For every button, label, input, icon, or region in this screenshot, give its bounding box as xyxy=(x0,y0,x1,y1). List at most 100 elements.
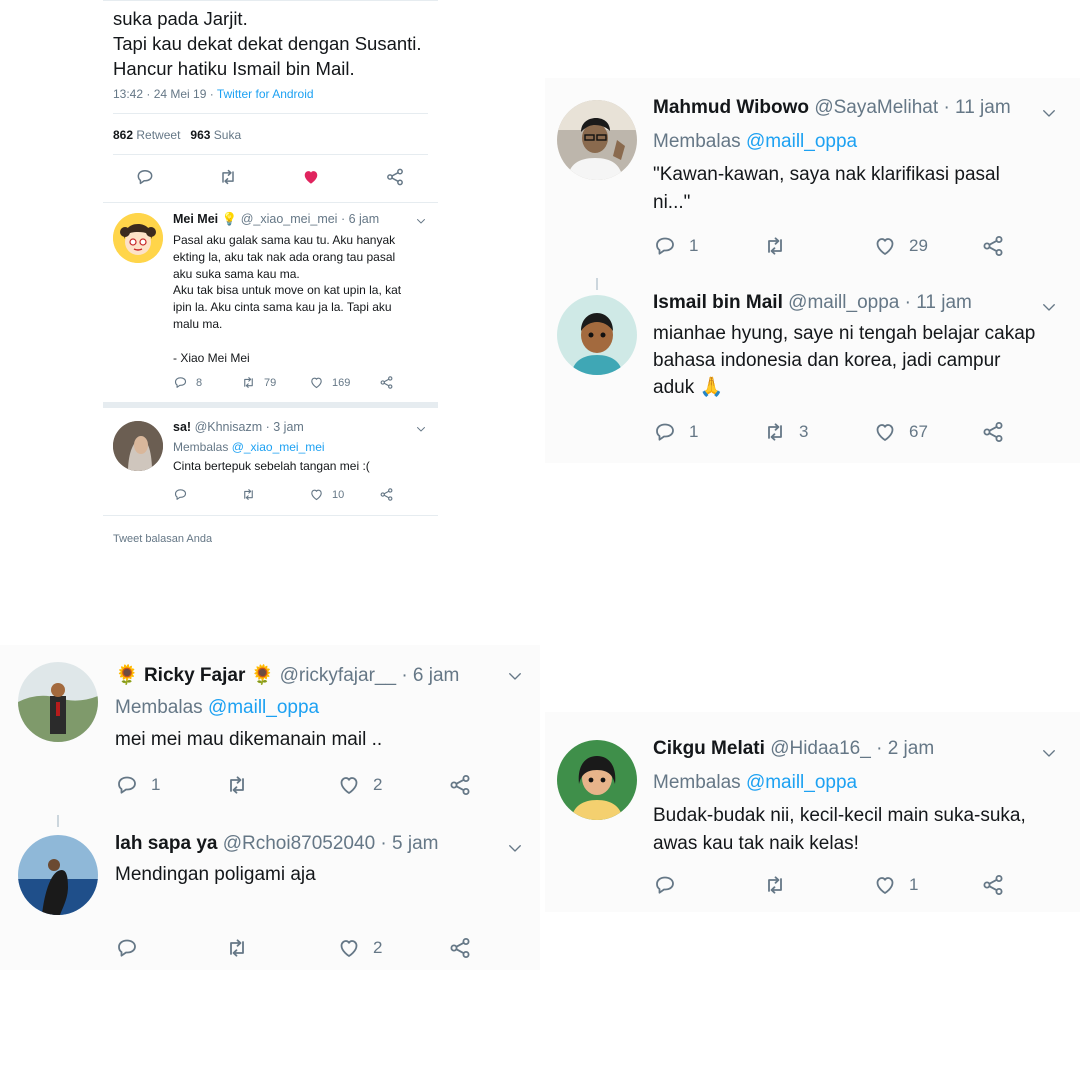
time: · 6 jam xyxy=(401,665,460,686)
like-icon[interactable] xyxy=(337,773,361,797)
text-line: malu ma. xyxy=(173,316,223,331)
reply-icon[interactable] xyxy=(653,420,677,444)
reply-count: 1 xyxy=(689,422,699,441)
display-name[interactable]: Ismail bin Mail xyxy=(653,292,783,313)
like-icon[interactable] xyxy=(873,873,897,897)
reply-tweet-sa[interactable]: sa! @Khnisazm · 3 jam Membalas @_xiao_me… xyxy=(103,409,438,514)
reply-composer-placeholder[interactable]: Tweet balasan Anda xyxy=(113,533,212,542)
reply-count: 1 xyxy=(151,775,161,794)
like-count: 67 xyxy=(909,422,928,441)
action-bar: 2 xyxy=(115,936,515,962)
like-icon[interactable] xyxy=(337,936,361,960)
retweet-icon[interactable] xyxy=(241,487,256,502)
avatar[interactable] xyxy=(113,421,163,471)
chevron-down-icon[interactable] xyxy=(415,423,427,435)
mention-link[interactable]: @maill_oppa xyxy=(208,697,319,718)
handle[interactable]: @Rchoi87052040 xyxy=(223,833,375,854)
share-icon[interactable] xyxy=(981,873,1005,897)
avatar[interactable] xyxy=(113,213,163,263)
reply-text: Pasal aku galak sama kau tu. Aku hanyak … xyxy=(173,232,428,366)
like-icon[interactable] xyxy=(873,420,897,444)
avatar[interactable] xyxy=(557,740,637,820)
mention-link[interactable]: @maill_oppa xyxy=(746,131,857,152)
chevron-down-icon[interactable] xyxy=(506,839,524,857)
display-name[interactable]: Ricky Fajar xyxy=(144,665,245,686)
action-bar: 10 xyxy=(173,487,433,503)
text-line: aduk 🙏 xyxy=(653,377,724,398)
retweet-icon[interactable] xyxy=(218,167,238,187)
divider xyxy=(103,515,438,516)
action-bar: 1 29 xyxy=(653,234,1053,260)
display-name[interactable]: Cikgu Melati xyxy=(653,738,765,759)
share-icon[interactable] xyxy=(448,936,472,960)
handle[interactable]: @maill_oppa xyxy=(788,292,899,313)
reply-icon[interactable] xyxy=(173,487,188,502)
retweet-icon[interactable] xyxy=(225,936,249,960)
like-label[interactable]: Suka xyxy=(214,128,241,142)
display-name[interactable]: Mei Mei xyxy=(173,212,218,226)
avatar[interactable] xyxy=(557,295,637,375)
retweet-icon[interactable] xyxy=(225,773,249,797)
like-icon[interactable] xyxy=(309,487,324,502)
like-count: 29 xyxy=(909,236,928,255)
text-line: awas kau tak naik kelas! xyxy=(653,833,859,854)
tweet-thread-panel-2: Mahmud Wibowo @SayaMelihat · 11 jam Memb… xyxy=(545,78,1080,463)
mention-link[interactable]: @_xiao_mei_mei xyxy=(232,440,325,454)
handle[interactable]: @SayaMelihat xyxy=(814,97,938,118)
share-icon[interactable] xyxy=(981,234,1005,258)
avatar[interactable] xyxy=(557,100,637,180)
avatar[interactable] xyxy=(18,662,98,742)
chevron-down-icon[interactable] xyxy=(415,215,427,227)
reply-icon[interactable] xyxy=(115,936,139,960)
source-link[interactable]: Twitter for Android xyxy=(217,87,314,101)
retweet-icon[interactable] xyxy=(763,234,787,258)
reply-icon[interactable] xyxy=(653,873,677,897)
share-icon[interactable] xyxy=(385,167,405,187)
tweet-thread-panel-4: Cikgu Melati @Hidaa16_ · 2 jam Membalas … xyxy=(545,712,1080,912)
share-icon[interactable] xyxy=(981,420,1005,444)
chevron-down-icon[interactable] xyxy=(506,667,524,685)
time: · 6 jam xyxy=(340,212,380,226)
like-icon[interactable] xyxy=(309,375,324,390)
reply-icon[interactable] xyxy=(115,773,139,797)
reply-icon[interactable] xyxy=(135,167,155,187)
display-name[interactable]: Mahmud Wibowo xyxy=(653,97,809,118)
time: · 3 jam xyxy=(265,420,304,434)
time: · 11 jam xyxy=(943,97,1011,118)
handle[interactable]: @_xiao_mei_mei xyxy=(241,212,338,226)
heart-icon-liked[interactable] xyxy=(301,167,321,187)
reply-count: 1 xyxy=(689,236,699,255)
reply-icon[interactable] xyxy=(653,234,677,258)
time: · 11 jam xyxy=(904,292,972,313)
text-line: Budak-budak nii, kecil-kecil main suka-s… xyxy=(653,805,1026,826)
handle[interactable]: @Hidaa16_ xyxy=(770,738,871,759)
chevron-down-icon[interactable] xyxy=(1040,298,1058,316)
retweet-count: 862 xyxy=(113,128,134,142)
retweet-icon[interactable] xyxy=(763,420,787,444)
share-icon[interactable] xyxy=(379,487,394,502)
time: · 2 jam xyxy=(876,738,935,759)
action-bar: 1 2 xyxy=(115,773,515,799)
chevron-down-icon[interactable] xyxy=(1040,744,1058,762)
tweet-body: suka pada Jarjit. Tapi kau dekat dekat d… xyxy=(113,6,422,81)
avatar[interactable] xyxy=(18,835,98,915)
display-name[interactable]: sa! xyxy=(173,420,191,434)
reply-icon[interactable] xyxy=(173,375,188,390)
retweet-label[interactable]: Retweet xyxy=(136,128,180,142)
display-name[interactable]: lah sapa ya xyxy=(115,833,217,854)
tweet-text: mianhae hyung, saye ni tengah belajar ca… xyxy=(653,320,1073,401)
chevron-down-icon[interactable] xyxy=(1040,104,1058,122)
like-icon[interactable] xyxy=(873,234,897,258)
text-line: Pasal aku galak sama kau tu. Aku hanyak xyxy=(173,233,396,247)
handle[interactable]: @Khnisazm xyxy=(195,420,263,434)
mention-link[interactable]: @maill_oppa xyxy=(746,772,857,793)
share-icon[interactable] xyxy=(379,375,394,390)
reply-tweet-meimei[interactable]: Mei Mei 💡 @_xiao_mei_mei · 6 jam Pasal a… xyxy=(103,203,438,401)
like-count: 2 xyxy=(373,938,383,957)
retweet-icon[interactable] xyxy=(241,375,256,390)
tweet-stats: 862 Retweet 963 Suka xyxy=(113,128,241,142)
retweet-icon[interactable] xyxy=(763,873,787,897)
handle[interactable]: @rickyfajar__ xyxy=(280,665,396,686)
replying-to: Membalas @maill_oppa xyxy=(115,697,319,719)
share-icon[interactable] xyxy=(448,773,472,797)
